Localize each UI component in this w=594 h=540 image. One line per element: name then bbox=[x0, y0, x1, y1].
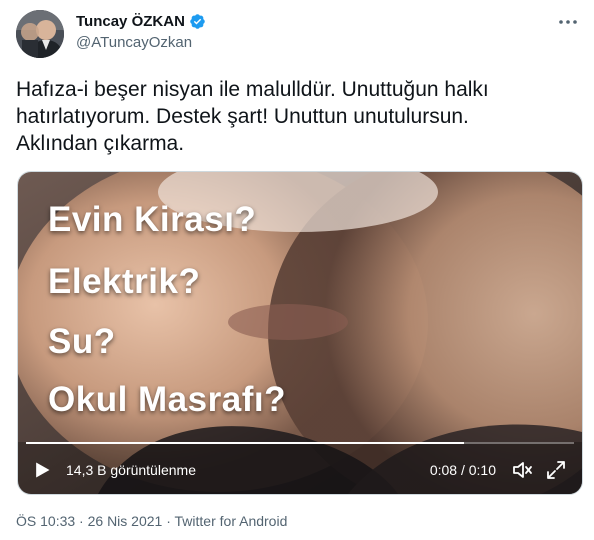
video-progress-bar[interactable] bbox=[26, 442, 574, 444]
author-handle[interactable]: @ATuncayOzkan bbox=[76, 34, 192, 51]
play-icon[interactable] bbox=[32, 460, 52, 480]
video-progress-fill bbox=[26, 442, 465, 444]
view-count: 14,3 B görüntülenme bbox=[66, 462, 196, 478]
overlay-line-water: Su? bbox=[48, 322, 116, 361]
video-player[interactable]: Evin Kirası? Elektrik? Su? Okul Masrafı?… bbox=[17, 171, 583, 495]
overlay-line-electricity: Elektrik? bbox=[48, 262, 201, 301]
tweet-metadata: ÖS 10:33 · 26 Nis 2021 · Twitter for And… bbox=[16, 513, 287, 529]
avatar-image bbox=[16, 10, 64, 58]
tweet-time[interactable]: ÖS 10:33 bbox=[16, 513, 75, 529]
author-name-row[interactable]: Tuncay ÖZKAN bbox=[76, 13, 206, 30]
verified-badge-icon bbox=[190, 14, 205, 29]
video-controls: 14,3 B görüntülenme 0:08 / 0:10 bbox=[18, 446, 582, 494]
tweet-date[interactable]: 26 Nis 2021 bbox=[88, 513, 163, 529]
overlay-line-school-expense: Okul Masrafı? bbox=[48, 380, 286, 419]
tweet-source[interactable]: Twitter for Android bbox=[175, 513, 288, 529]
overlay-line-rent: Evin Kirası? bbox=[48, 200, 257, 239]
avatar[interactable] bbox=[16, 10, 64, 58]
tweet-text: Hafıza-i beşer nisyan ile malulldür. Unu… bbox=[16, 78, 489, 155]
mute-icon[interactable] bbox=[510, 458, 534, 482]
author-name[interactable]: Tuncay ÖZKAN bbox=[76, 13, 185, 30]
more-options-icon[interactable] bbox=[556, 10, 580, 34]
fullscreen-icon[interactable] bbox=[544, 458, 568, 482]
separator: · bbox=[166, 513, 171, 529]
video-time: 0:08 / 0:10 bbox=[429, 462, 496, 478]
separator: · bbox=[79, 513, 84, 529]
